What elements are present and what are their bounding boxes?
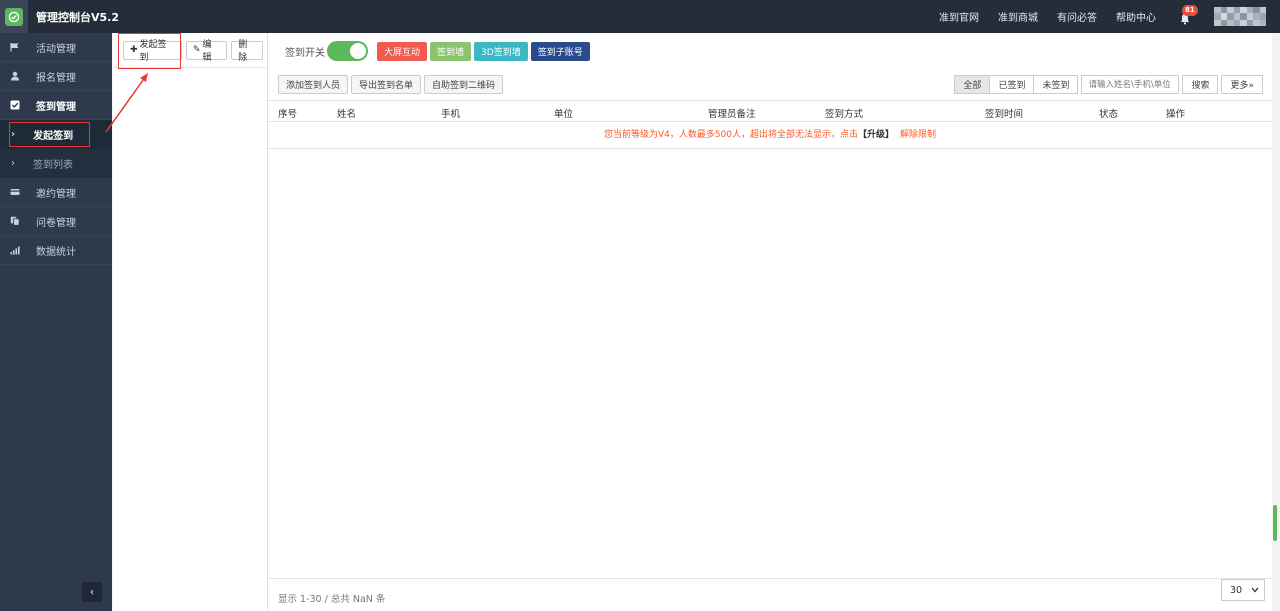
sidebar-item-label: 签到管理 [36,101,76,113]
nav-link-official-site[interactable]: 准到官网 [939,9,979,24]
page-size-value: 30 [1230,584,1243,596]
pagination-info: 显示 1-30 / 总共 NaN 条 [278,594,386,605]
toggle-knob [350,43,366,59]
top-nav: 准到官网 准到商城 有问必答 帮助中心 81 [939,0,1280,33]
checkin-toggle[interactable] [327,41,368,61]
sidebar-subitem-label: 签到列表 [33,160,73,171]
filter-signed-button[interactable]: 已签到 [989,75,1035,94]
main-content: 签到开关 大屏互动 签到墙 3D签到墙 签到子账号 添加签到人员 导出签到名单 … [268,33,1272,611]
column-checkin-time: 签到时间 [985,109,1024,120]
column-company: 单位 [554,109,574,120]
upgrade-link[interactable]: 【升级】 [858,130,894,140]
chevron-right-icon: › [11,129,16,140]
column-actions: 操作 [1166,109,1186,120]
sidebar-item-survey[interactable]: 问卷管理 [0,207,112,236]
plus-icon: ✚ [130,45,138,55]
page-size-select[interactable]: 30 [1221,579,1265,601]
chevron-right-icon: › [11,158,15,169]
sidebar-item-label: 问卷管理 [36,217,76,229]
sidebar: 活动管理 报名管理 签到管理 › 发起签到 › 签到列表 邀约管理 问卷管理 数… [0,33,112,611]
column-status: 状态 [1099,109,1119,120]
chevron-down-icon [1251,587,1259,593]
sidebar-collapse-button[interactable]: ‹ [82,582,102,602]
card-icon [10,187,20,197]
sidebar-item-label: 活动管理 [36,43,76,55]
checkbox-icon [10,100,20,110]
more-button[interactable]: 更多» [1221,75,1263,94]
sub-account-button[interactable]: 签到子账号 [530,41,590,61]
export-list-button[interactable]: 导出签到名单 [351,75,422,94]
edit-icon: ✎ [193,45,201,55]
add-person-button[interactable]: 添加签到人员 [278,75,349,94]
sidebar-item-label: 邀约管理 [36,188,76,200]
sidebar-subitem-checkin-list[interactable]: › 签到列表 [0,149,112,178]
checkin-list-panel: ✚ 发起签到 ✎ 编辑 删除 [113,33,268,611]
scrollbar-thumb[interactable] [1273,505,1277,541]
notification-badge: 81 [1182,4,1198,16]
flag-icon [10,42,20,52]
app-title: 管理控制台V5.2 [36,11,119,24]
search-button[interactable]: 搜索 [1182,75,1219,94]
limit-notice: 您当前等级为V4，人数最多500人，超出将全部无法显示，点击【升级】 解除限制 [268,122,1272,149]
filter-bar: 全部 已签到 未签到 搜索 更多» [954,75,1263,94]
column-phone: 手机 [441,109,461,120]
sidebar-item-statistics[interactable]: 数据统计 [0,236,112,265]
column-admin-note: 管理员备注 [708,109,756,120]
sidebar-item-registration[interactable]: 报名管理 [0,62,112,91]
search-input[interactable] [1081,75,1180,94]
delete-button[interactable]: 删除 [231,40,264,63]
self-checkin-qrcode-button[interactable]: 自助签到二维码 [424,75,504,94]
checkin-switch-label: 签到开关 [285,47,325,59]
logo[interactable] [0,0,28,33]
panel-toolbar: ✚ 发起签到 ✎ 编辑 删除 [113,33,267,68]
table-header: 序号 姓名 手机 单位 管理员备注 签到方式 签到时间 状态 操作 [268,100,1272,122]
checkin-controls: 签到开关 大屏互动 签到墙 3D签到墙 签到子账号 [285,41,593,61]
top-header: 管理控制台V5.2 准到官网 准到商城 有问必答 帮助中心 81 [0,0,1280,33]
filter-all-button[interactable]: 全部 [954,75,991,94]
edit-button[interactable]: ✎ 编辑 [186,40,228,63]
big-screen-button[interactable]: 大屏互动 [377,41,428,61]
start-checkin-button[interactable]: ✚ 发起签到 [123,40,182,63]
notice-text: 您当前等级为V4，人数最多500人，超出将全部无法显示，点击 [603,130,859,140]
column-checkin-method: 签到方式 [825,109,864,120]
sidebar-subitem-start-checkin[interactable]: › 发起签到 [0,120,112,149]
filter-unsigned-button[interactable]: 未签到 [1033,75,1079,94]
user-avatar[interactable] [1214,6,1266,27]
table-footer: 显示 1-30 / 总共 NaN 条 30 [268,578,1272,611]
logo-icon [5,7,23,26]
column-index: 序号 [278,109,298,120]
action-buttons: 添加签到人员 导出签到名单 自助签到二维码 [278,75,506,94]
column-name: 姓名 [337,109,357,120]
nav-link-qa[interactable]: 有问必答 [1057,9,1097,24]
sidebar-item-label: 数据统计 [36,246,76,258]
checkin-wall-button[interactable]: 签到墙 [430,41,472,61]
start-checkin-label: 发起签到 [139,40,167,63]
notification-bell[interactable]: 81 [1178,4,1198,24]
nav-link-store[interactable]: 准到商城 [998,9,1038,24]
signal-icon [10,245,20,255]
sidebar-item-checkin[interactable]: 签到管理 [0,91,112,120]
user-icon [10,71,20,81]
sidebar-item-label: 报名管理 [36,72,76,84]
sidebar-subitem-label: 发起签到 [33,131,74,142]
copy-icon [10,216,20,226]
remove-limit-link[interactable]: 解除限制 [900,130,936,140]
nav-link-help[interactable]: 帮助中心 [1116,9,1156,24]
checkin-wall-3d-button[interactable]: 3D签到墙 [474,41,528,61]
edit-label: 编辑 [202,40,212,63]
sidebar-item-activity[interactable]: 活动管理 [0,33,112,62]
sidebar-item-invitation[interactable]: 邀约管理 [0,178,112,207]
